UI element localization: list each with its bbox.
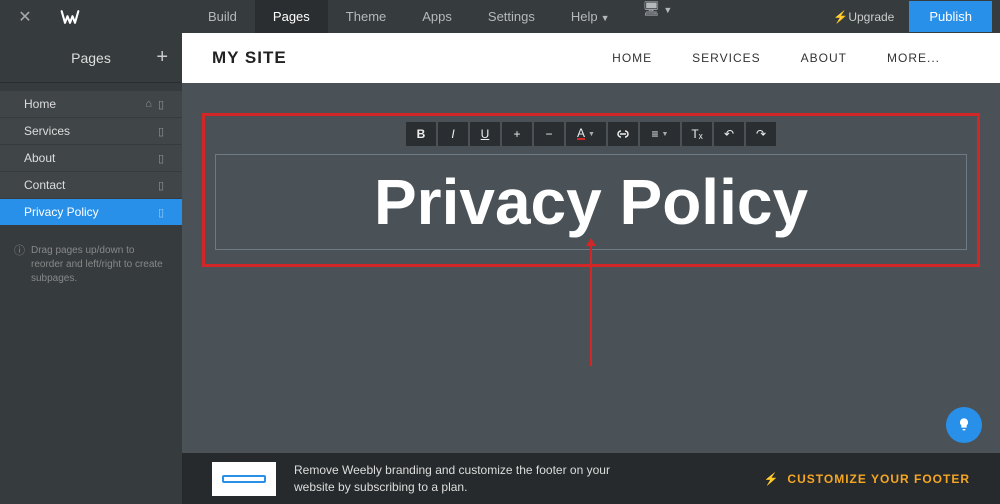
tab-build[interactable]: Build [190, 0, 255, 33]
page-icon: ▯ [158, 98, 164, 111]
page-list: Home ⌂ ▯ Services ▯ About ▯ Contact ▯ Pri… [0, 91, 182, 225]
nav-home[interactable]: HOME [612, 51, 652, 65]
sidebar-item-privacy-policy[interactable]: Privacy Policy ▯ [0, 199, 182, 225]
nav-services[interactable]: SERVICES [692, 51, 760, 65]
sidebar-title: Pages [71, 50, 111, 66]
canvas: MY SITE HOME SERVICES ABOUT MORE... B I … [182, 33, 1000, 453]
upgrade-button[interactable]: ⚡Upgrade [818, 10, 909, 24]
heading-text-block[interactable]: Privacy Policy [215, 154, 967, 250]
clear-format-button[interactable]: Tₓ [682, 122, 712, 146]
heading-text[interactable]: Privacy Policy [226, 165, 956, 239]
italic-button[interactable]: I [438, 122, 468, 146]
top-bar: ✕ Build Pages Theme Apps Settings Help▼ … [0, 0, 1000, 33]
decrease-size-button[interactable]: − [534, 122, 564, 146]
sidebar-item-label: About [24, 151, 55, 165]
sidebar-item-about[interactable]: About ▯ [0, 145, 182, 171]
top-tabs: Build Pages Theme Apps Settings Help▼ 🖥▼ [190, 0, 687, 33]
text-color-button[interactable]: A▼ [566, 122, 606, 146]
page-icon: ▯ [158, 179, 164, 192]
sidebar-item-home[interactable]: Home ⌂ ▯ [0, 91, 182, 117]
tab-pages[interactable]: Pages [255, 0, 328, 33]
nav-about[interactable]: ABOUT [801, 51, 847, 65]
sidebar-item-contact[interactable]: Contact ▯ [0, 172, 182, 198]
publish-button[interactable]: Publish [909, 1, 992, 32]
undo-button[interactable]: ↶ [714, 122, 744, 146]
sidebar-item-label: Privacy Policy [24, 205, 99, 219]
bold-button[interactable]: B [406, 122, 436, 146]
tab-help[interactable]: Help▼ [553, 0, 628, 33]
sidebar-item-label: Home [24, 97, 56, 111]
chevron-down-icon: ▼ [588, 131, 595, 138]
page-icon: ▯ [158, 125, 164, 138]
text-toolbar: B I U + − A▼ ≡▼ Tₓ ↶ ↷ [215, 122, 967, 146]
tab-settings[interactable]: Settings [470, 0, 553, 33]
page-icon: ▯ [158, 152, 164, 165]
lightbulb-icon [956, 417, 972, 433]
info-icon: ⓘ [14, 244, 25, 286]
home-icon: ⌂ [145, 98, 152, 111]
site-header: MY SITE HOME SERVICES ABOUT MORE... [182, 33, 1000, 83]
tab-theme[interactable]: Theme [328, 0, 404, 33]
sidebar: Pages + Home ⌂ ▯ Services ▯ About ▯ Conta… [0, 33, 182, 504]
site-title[interactable]: MY SITE [212, 48, 287, 68]
chevron-down-icon: ▼ [601, 13, 610, 23]
help-bubble-button[interactable] [946, 407, 982, 443]
sidebar-item-label: Contact [24, 178, 65, 192]
bolt-icon: ⚡ [763, 472, 779, 486]
increase-size-button[interactable]: + [502, 122, 532, 146]
align-button[interactable]: ≡▼ [640, 122, 680, 146]
page-icon: ▯ [158, 206, 164, 219]
weebly-logo-icon[interactable] [50, 0, 90, 33]
bolt-icon: ⚡ [833, 10, 848, 24]
footer-promo-text: Remove Weebly branding and customize the… [294, 462, 610, 496]
close-icon[interactable]: ✕ [0, 7, 50, 27]
add-page-icon[interactable]: + [156, 46, 168, 69]
footer-thumbnail-icon [212, 462, 276, 496]
tab-apps[interactable]: Apps [404, 0, 470, 33]
site-nav: HOME SERVICES ABOUT MORE... [612, 51, 940, 65]
sidebar-item-label: Services [24, 124, 70, 138]
sidebar-item-services[interactable]: Services ▯ [0, 118, 182, 144]
editor-area: B I U + − A▼ ≡▼ Tₓ ↶ ↷ [182, 83, 1000, 297]
device-preview-icon[interactable]: 🖥▼ [628, 0, 688, 33]
sidebar-hint: ⓘ Drag pages up/down to reorder and left… [0, 226, 182, 304]
underline-button[interactable]: U [470, 122, 500, 146]
redo-button[interactable]: ↷ [746, 122, 776, 146]
annotation-arrow-icon [586, 238, 596, 366]
link-button[interactable] [608, 122, 638, 146]
footer-promo-bar: Remove Weebly branding and customize the… [182, 453, 1000, 504]
chevron-down-icon: ▼ [662, 131, 669, 138]
customize-footer-button[interactable]: ⚡ CUSTOMIZE YOUR FOOTER [763, 472, 970, 486]
nav-more[interactable]: MORE... [887, 51, 940, 65]
